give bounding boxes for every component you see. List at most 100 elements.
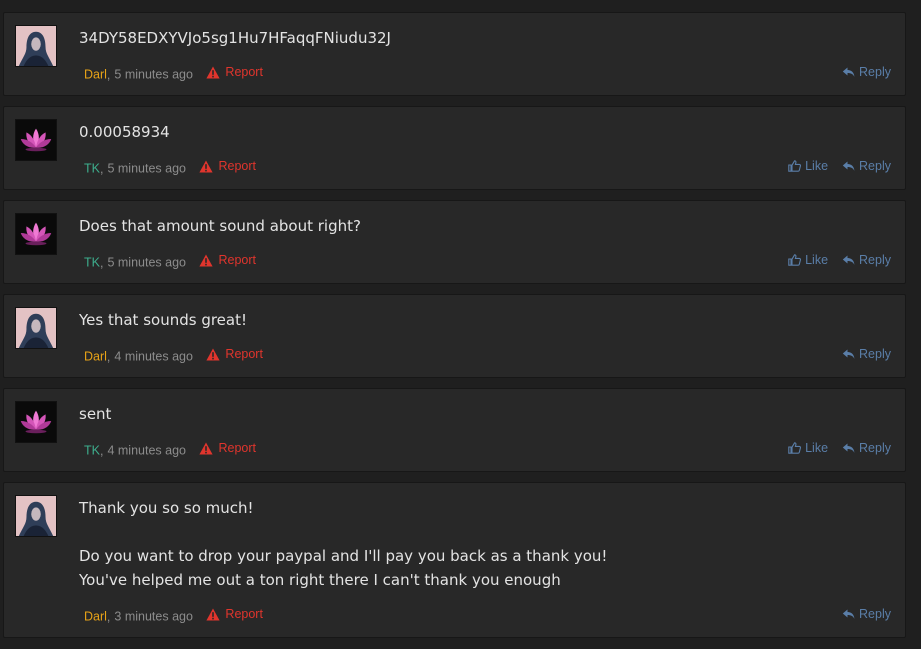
message-post: 34DY58EDXYVJo5sg1Hu7HFaqqFNiudu32J Darl,… [3, 12, 906, 96]
thumbs-up-icon [788, 160, 802, 172]
warning-icon [206, 66, 221, 78]
avatar-tk[interactable] [15, 119, 57, 161]
hooded-figure-icon [16, 308, 56, 348]
report-label: Report [225, 65, 263, 79]
message-body: 34DY58EDXYVJo5sg1Hu7HFaqqFNiudu32J [79, 26, 885, 50]
reply-icon [842, 161, 855, 171]
reply-button[interactable]: Reply [842, 605, 891, 623]
author-name[interactable]: TK [84, 162, 100, 176]
warning-icon [206, 608, 221, 620]
thumbs-up-icon [788, 254, 802, 266]
message-line: You've helped me out a ton right there I… [79, 571, 561, 589]
reply-icon [842, 609, 855, 619]
message-line: Yes that sounds great! [79, 311, 247, 329]
like-label: Like [805, 159, 829, 173]
like-button[interactable]: Like [788, 439, 828, 457]
post-meta: TK, 4 minutes ago Report [84, 439, 257, 458]
avatar-darl[interactable] [15, 495, 57, 537]
avatar-tk[interactable] [15, 213, 57, 255]
report-label: Report [218, 441, 257, 455]
post-actions: Reply [842, 345, 891, 363]
post-time[interactable]: 4 minutes ago [107, 444, 186, 458]
like-button[interactable]: Like [788, 251, 828, 269]
message-line: 0.00058934 [79, 123, 170, 141]
post-time[interactable]: 5 minutes ago [107, 256, 186, 270]
reply-label: Reply [859, 607, 891, 621]
message-post: 0.00058934 TK, 5 minutes ago Report Like … [3, 106, 906, 190]
avatar-darl[interactable] [15, 25, 57, 67]
reply-button[interactable]: Reply [842, 157, 891, 175]
report-link[interactable]: Report [199, 251, 256, 269]
post-actions: Like Reply [788, 157, 891, 175]
report-link[interactable]: Report [206, 63, 263, 81]
message-post: Thank you so so much! Do you want to dro… [3, 482, 906, 638]
report-link[interactable]: Report [199, 157, 256, 175]
reply-label: Reply [859, 253, 891, 267]
lotus-icon [16, 402, 56, 442]
report-link[interactable]: Report [206, 605, 263, 623]
reply-button[interactable]: Reply [842, 63, 891, 81]
message-body: 0.00058934 [79, 120, 885, 144]
message-body: sent [79, 402, 885, 426]
post-actions: Like Reply [788, 439, 891, 457]
report-label: Report [225, 347, 263, 361]
hooded-figure-icon [16, 496, 56, 536]
like-label: Like [805, 441, 829, 455]
thumbs-up-icon [788, 442, 802, 454]
lotus-icon [16, 120, 56, 160]
post-actions: Like Reply [788, 251, 891, 269]
author-name[interactable]: Darl [84, 350, 107, 364]
reply-icon [842, 67, 855, 77]
message-line: Thank you so so much! [79, 499, 254, 517]
reply-label: Reply [859, 65, 891, 79]
message-line: Do you want to drop your paypal and I'll… [79, 547, 608, 565]
like-button[interactable]: Like [788, 157, 828, 175]
report-link[interactable]: Report [206, 345, 263, 363]
warning-icon [199, 160, 214, 172]
reply-label: Reply [859, 441, 891, 455]
message-body: Thank you so so much! Do you want to dro… [79, 496, 885, 592]
message-post: Does that amount sound about right? TK, 5… [3, 200, 906, 284]
post-meta: TK, 5 minutes ago Report [84, 157, 257, 176]
message-body: Yes that sounds great! [79, 308, 885, 332]
post-time[interactable]: 3 minutes ago [114, 610, 193, 624]
hooded-figure-icon [16, 26, 56, 66]
post-actions: Reply [842, 605, 891, 623]
message-line: sent [79, 405, 112, 423]
message-line: Does that amount sound about right? [79, 217, 361, 235]
reply-icon [842, 443, 855, 453]
reply-icon [842, 349, 855, 359]
message-body: Does that amount sound about right? [79, 214, 885, 238]
reply-label: Reply [859, 159, 891, 173]
post-meta: Darl, 5 minutes ago Report [84, 63, 263, 82]
message-line [79, 520, 885, 544]
report-label: Report [218, 159, 257, 173]
reply-button[interactable]: Reply [842, 345, 891, 363]
lotus-icon [16, 214, 56, 254]
author-name[interactable]: TK [84, 444, 100, 458]
post-meta: Darl, 3 minutes ago Report [84, 605, 263, 624]
reply-button[interactable]: Reply [842, 251, 891, 269]
avatar-tk[interactable] [15, 401, 57, 443]
post-time[interactable]: 4 minutes ago [114, 350, 193, 364]
author-name[interactable]: TK [84, 256, 100, 270]
report-label: Report [218, 253, 257, 267]
message-post: Yes that sounds great! Darl, 4 minutes ag… [3, 294, 906, 378]
reply-label: Reply [859, 347, 891, 361]
post-time[interactable]: 5 minutes ago [107, 162, 186, 176]
post-time[interactable]: 5 minutes ago [114, 68, 193, 82]
message-thread: 34DY58EDXYVJo5sg1Hu7HFaqqFNiudu32J Darl,… [0, 0, 921, 649]
reply-icon [842, 255, 855, 265]
message-line: 34DY58EDXYVJo5sg1Hu7HFaqqFNiudu32J [79, 29, 391, 47]
author-name[interactable]: Darl [84, 610, 107, 624]
warning-icon [206, 348, 221, 360]
reply-button[interactable]: Reply [842, 439, 891, 457]
warning-icon [199, 254, 214, 266]
post-meta: Darl, 4 minutes ago Report [84, 345, 263, 364]
post-actions: Reply [842, 63, 891, 81]
avatar-darl[interactable] [15, 307, 57, 349]
like-label: Like [805, 253, 829, 267]
author-name[interactable]: Darl [84, 68, 107, 82]
report-label: Report [225, 607, 263, 621]
report-link[interactable]: Report [199, 439, 256, 457]
